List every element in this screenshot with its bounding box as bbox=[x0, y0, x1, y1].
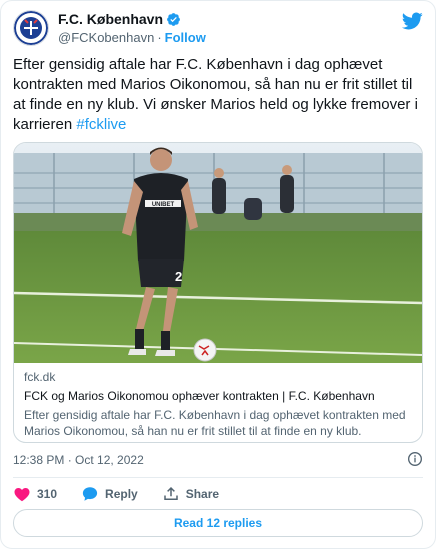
heart-icon bbox=[14, 488, 30, 502]
link-description: Efter gensidig aftale har F.C. København… bbox=[24, 408, 406, 438]
avatar[interactable] bbox=[13, 10, 49, 46]
link-preview-card[interactable]: UNIBET 2 fck.dk FCK og Marios Oikonomou … bbox=[13, 142, 423, 443]
like-count: 310 bbox=[37, 487, 58, 501]
link-domain: fck.dk bbox=[24, 370, 56, 384]
share-button[interactable]: Share bbox=[162, 485, 219, 503]
link-title: FCK og Marios Oikonomou ophæver kontrakt… bbox=[24, 389, 375, 403]
share-icon bbox=[163, 486, 178, 500]
tweet-header: F.C. København @FCKobenhavn · Follow bbox=[13, 10, 423, 46]
tweet-timestamp[interactable]: 12:38 PM · Oct 12, 2022 bbox=[13, 453, 144, 467]
reply-bubble-icon bbox=[82, 487, 98, 501]
hashtag-link[interactable]: #fcklive bbox=[76, 116, 126, 133]
article-photo: UNIBET 2 bbox=[14, 143, 422, 363]
link-preview-info: fck.dk FCK og Marios Oikonomou ophæver k… bbox=[24, 369, 412, 439]
like-button[interactable]: 310 bbox=[13, 485, 57, 503]
twitter-bird-icon[interactable] bbox=[401, 10, 423, 32]
separator: · bbox=[157, 30, 162, 45]
follow-button[interactable]: Follow bbox=[165, 30, 206, 45]
sponsor-text: UNIBET bbox=[152, 202, 175, 208]
tweet-text: Efter gensidig aftale har F.C. København… bbox=[13, 55, 423, 135]
club-crest-icon bbox=[14, 11, 48, 45]
reply-label: Reply bbox=[105, 487, 138, 501]
reply-button[interactable]: Reply bbox=[81, 485, 138, 503]
action-bar: 310 Reply Share bbox=[13, 485, 243, 503]
handle[interactable]: @FCKobenhavn bbox=[58, 30, 154, 45]
tweet-embed: F.C. København @FCKobenhavn · Follow Eft… bbox=[0, 0, 436, 549]
verified-badge-icon bbox=[167, 12, 180, 26]
share-label: Share bbox=[185, 487, 220, 501]
tweet-body: Efter gensidig aftale har F.C. København… bbox=[13, 56, 418, 133]
display-name[interactable]: F.C. København bbox=[58, 11, 163, 27]
shirt-number: 2 bbox=[175, 269, 182, 284]
info-icon[interactable] bbox=[407, 451, 423, 467]
divider bbox=[13, 477, 423, 478]
read-replies-button[interactable]: Read 12 replies bbox=[13, 509, 423, 537]
author-names: F.C. København @FCKobenhavn · Follow bbox=[58, 11, 206, 45]
